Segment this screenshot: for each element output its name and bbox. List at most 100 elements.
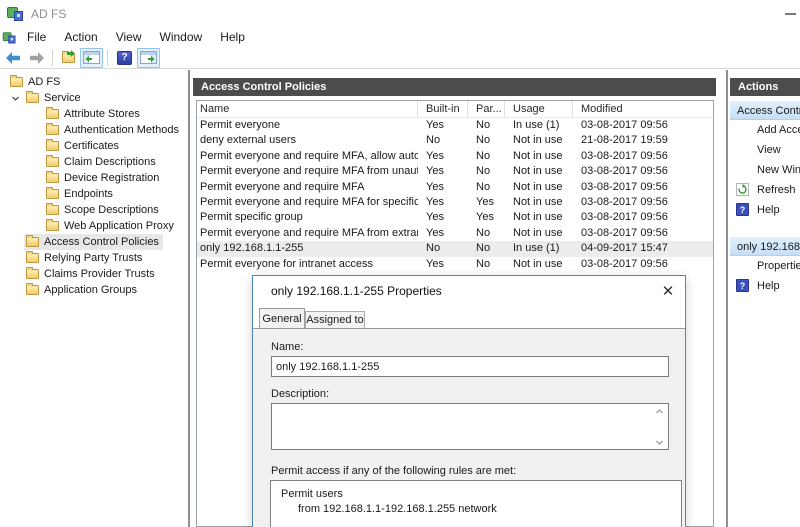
adfs-app-icon: [7, 6, 24, 21]
menu-file[interactable]: File: [18, 28, 55, 46]
menu-action[interactable]: Action: [55, 28, 106, 46]
rules-list[interactable]: Permit users from 192.168.1.1-192.168.1.…: [270, 480, 682, 527]
console-tree: AD FS Service Attribute Stores Authentic…: [0, 70, 188, 527]
folder-icon: [26, 235, 39, 247]
action-view[interactable]: View: [730, 140, 800, 160]
folder-icon: [46, 219, 59, 231]
tree-item-relying-party-trusts[interactable]: Relying Party Trusts: [0, 250, 188, 266]
folder-icon: [46, 171, 59, 183]
tab-assigned-to[interactable]: Assigned to: [305, 311, 365, 328]
table-row[interactable]: Permit everyone and require MFA, allow a…: [197, 149, 713, 164]
column-header-usage[interactable]: Usage: [505, 101, 573, 118]
folder-icon: [46, 139, 59, 151]
tree-item-claims-provider-trusts[interactable]: Claims Provider Trusts: [0, 266, 188, 282]
table-row[interactable]: Permit everyone and require MFA for spec…: [197, 195, 713, 210]
action-refresh[interactable]: Refresh: [730, 180, 800, 200]
actions-section-selected-policy[interactable]: only 192.168.1.1-255: [730, 236, 800, 256]
tree-item-web-application-proxy[interactable]: Web Application Proxy: [0, 218, 188, 234]
table-row-selected[interactable]: only 192.168.1.1-255 No No In use (1) 04-09-…: [197, 241, 713, 257]
adfs-window: AD FS File Action View Window Help ? AD …: [0, 0, 800, 527]
rules-label: Permit access if any of the following ru…: [271, 465, 517, 477]
folder-icon: [46, 107, 59, 119]
description-label: Description:: [271, 388, 330, 400]
column-header-par[interactable]: Par...: [468, 101, 505, 118]
tree-item-attribute-stores[interactable]: Attribute Stores: [0, 106, 188, 122]
folder-icon: [46, 123, 59, 135]
column-header-modified[interactable]: Modified: [573, 101, 713, 118]
folder-icon: [26, 251, 39, 263]
window-title: AD FS: [31, 6, 67, 21]
back-icon[interactable]: [2, 48, 24, 68]
folder-icon: [46, 203, 59, 215]
action-help[interactable]: ? Help: [730, 200, 800, 220]
menu-bar: File Action View Window Help: [0, 27, 800, 47]
dialog-title: only 192.168.1.1-255 Properties: [271, 284, 442, 298]
table-row[interactable]: Permit everyone and require MFA Yes No Not …: [197, 180, 713, 195]
list-header-row: Name Built-in Par... Usage Modified: [197, 101, 713, 118]
menu-view[interactable]: View: [107, 28, 151, 46]
name-label: Name:: [271, 341, 304, 353]
action-properties[interactable]: Properties: [730, 256, 800, 276]
folder-icon: [46, 155, 59, 167]
tree-item-authentication-methods[interactable]: Authentication Methods: [0, 122, 188, 138]
export-list-icon[interactable]: [59, 48, 78, 68]
rule-line: Permit users: [281, 488, 343, 500]
tree-item-service[interactable]: Service: [0, 90, 188, 106]
tree-item-device-registration[interactable]: Device Registration: [0, 170, 188, 186]
tab-general[interactable]: General: [259, 308, 305, 328]
toolbar-separator: [52, 49, 53, 66]
tree-item-certificates[interactable]: Certificates: [0, 138, 188, 154]
actions-pane-title: Actions: [730, 78, 800, 96]
toolbar: ?: [0, 47, 800, 69]
action-add-access-control-policy[interactable]: Add Access Control Policy: [730, 120, 800, 140]
column-header-name[interactable]: Name: [197, 101, 418, 118]
show-console-tree-icon[interactable]: [80, 47, 103, 68]
console-menu-icon[interactable]: [2, 31, 17, 43]
refresh-icon: [736, 183, 749, 196]
pane-splitter[interactable]: [726, 70, 728, 527]
scroll-down-icon[interactable]: [653, 437, 665, 447]
tree-item-endpoints[interactable]: Endpoints: [0, 186, 188, 202]
actions-section-access-control-policies[interactable]: Access Control Policies: [730, 100, 800, 120]
chevron-down-icon[interactable]: [6, 94, 24, 103]
tree-item-scope-descriptions[interactable]: Scope Descriptions: [0, 202, 188, 218]
folder-icon: [26, 267, 39, 279]
actions-pane: Actions Access Control Policies Add Acce…: [730, 70, 800, 527]
title-bar: AD FS: [0, 0, 800, 27]
show-action-pane-icon[interactable]: [137, 47, 160, 68]
help-icon: ?: [736, 279, 749, 292]
properties-dialog: only 192.168.1.1-255 Properties ✕ Genera…: [252, 275, 686, 527]
action-new-window[interactable]: New Window from Here: [730, 160, 800, 180]
pane-splitter[interactable]: [188, 70, 190, 527]
dialog-tabs: General Assigned to: [253, 306, 685, 328]
menu-window[interactable]: Window: [151, 28, 212, 46]
folder-icon: [10, 75, 23, 87]
rule-line: from 192.168.1.1-192.168.1.255 network: [298, 503, 497, 515]
tree-item-access-control-policies[interactable]: Access Control Policies: [0, 234, 188, 250]
toolbar-separator: [107, 49, 108, 66]
minimize-icon[interactable]: [785, 13, 796, 15]
dialog-title-bar: only 192.168.1.1-255 Properties ✕: [253, 276, 685, 306]
description-field[interactable]: [271, 403, 669, 450]
forward-icon[interactable]: [26, 48, 48, 68]
table-row[interactable]: Permit everyone Yes No In use (1) 03-08-2017…: [197, 118, 713, 133]
dialog-general-page: Name: Description: Permit access if any …: [253, 328, 685, 527]
scroll-up-icon[interactable]: [653, 406, 665, 416]
name-field[interactable]: [271, 356, 669, 377]
folder-icon: [26, 283, 39, 295]
tree-item-claim-descriptions[interactable]: Claim Descriptions: [0, 154, 188, 170]
table-row[interactable]: Permit everyone for intranet access Yes No…: [197, 257, 713, 272]
tree-item-adfs[interactable]: AD FS: [0, 74, 188, 90]
tree-item-application-groups[interactable]: Application Groups: [0, 282, 188, 298]
table-row[interactable]: deny external users No No Not in use 21-08-2…: [197, 133, 713, 148]
table-row[interactable]: Permit everyone and require MFA from ext…: [197, 226, 713, 241]
table-row[interactable]: Permit specific group Yes Yes Not in use 03-…: [197, 210, 713, 225]
help-icon: ?: [736, 203, 749, 216]
folder-icon: [46, 187, 59, 199]
table-row[interactable]: Permit everyone and require MFA from una…: [197, 164, 713, 179]
close-icon[interactable]: ✕: [651, 276, 685, 305]
column-header-built-in[interactable]: Built-in: [418, 101, 468, 118]
help-icon[interactable]: ?: [114, 48, 135, 68]
action-help-selected[interactable]: ? Help: [730, 276, 800, 296]
menu-help[interactable]: Help: [211, 28, 254, 46]
